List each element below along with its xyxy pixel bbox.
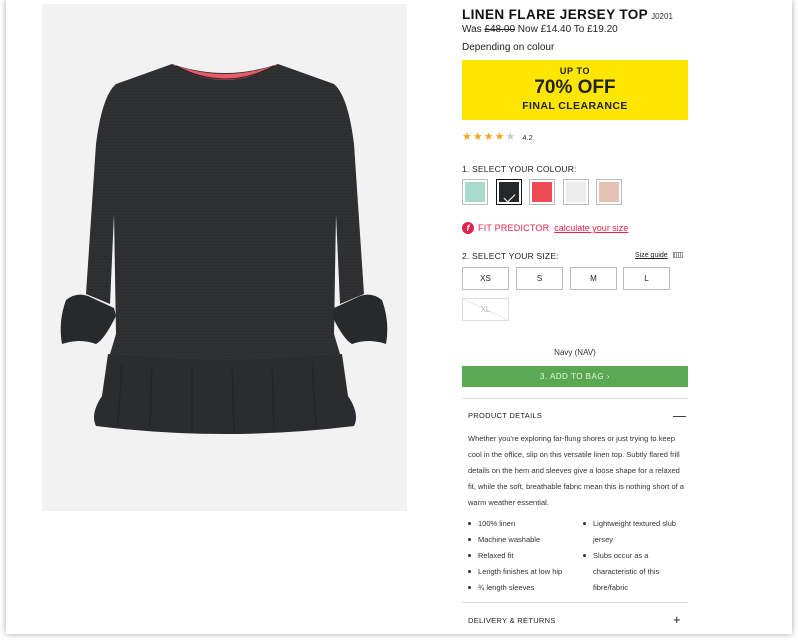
details-bullets-left: 100% linen Machine washable Relaxed fit … xyxy=(468,516,586,596)
size-button-s[interactable]: S xyxy=(516,267,563,290)
calculate-size-link[interactable]: calculate your size xyxy=(554,223,628,233)
details-bullets-right: Lightweight textured slub jersey Slubs o… xyxy=(583,516,687,596)
product-description: Whether you're exploring far-flung shore… xyxy=(468,434,684,507)
swatch-blush[interactable] xyxy=(596,179,622,205)
star-icon: ★ xyxy=(472,131,483,143)
product-title-row: LINEN FLARE JERSEY TOP J0201 xyxy=(462,6,673,24)
was-label: Was xyxy=(462,24,482,35)
delivery-returns-heading[interactable]: DELIVERY & RETURNS xyxy=(468,616,556,625)
size-button-xl: XL xyxy=(462,298,509,321)
star-icon: ★ xyxy=(483,131,494,143)
fit-predictor-label: FIT PREDICTOR xyxy=(478,223,550,233)
collapse-icon[interactable]: — xyxy=(673,409,686,422)
divider xyxy=(462,602,688,603)
product-code: J0201 xyxy=(651,12,673,21)
size-guide-link[interactable]: Size guide xyxy=(635,252,668,259)
rating[interactable]: ★ ★ ★ ★ ★ 4.2 xyxy=(462,132,533,143)
selected-colour-name: Navy (NAV) xyxy=(554,348,596,357)
swatch-coral[interactable] xyxy=(529,179,555,205)
list-item: Machine washable xyxy=(468,532,586,548)
add-to-bag-button[interactable]: 3. ADD TO BAG › xyxy=(462,366,688,387)
fit-predictor-icon: f xyxy=(462,222,474,234)
product-title: LINEN FLARE JERSEY TOP xyxy=(462,7,649,22)
colour-label: 1. SELECT YOUR COLOUR: xyxy=(462,164,577,174)
swatch-fill xyxy=(565,182,586,202)
size-button-xs[interactable]: XS xyxy=(462,267,509,290)
list-item: Slubs occur as a characteristic of this … xyxy=(583,548,687,596)
rating-value: 4.2 xyxy=(522,133,533,142)
swatch-white[interactable] xyxy=(562,179,589,205)
product-image[interactable] xyxy=(42,4,407,511)
ruler-icon xyxy=(673,252,683,258)
was-price: £48.00 xyxy=(484,24,516,35)
swatch-fill xyxy=(599,182,619,202)
expand-icon[interactable]: + xyxy=(673,613,681,626)
price-row: Was £48.00 Now £14.40 To £19.20 xyxy=(462,24,618,35)
clearance-banner: UP TO 70% OFF FINAL CLEARANCE xyxy=(462,60,688,120)
list-item: Length finishes at low hip xyxy=(468,564,586,580)
colour-swatches xyxy=(462,179,630,205)
star-icon: ★ xyxy=(462,131,472,143)
list-item: ¾ length sleeves xyxy=(468,580,586,596)
product-details-heading[interactable]: PRODUCT DETAILS xyxy=(468,411,542,420)
now-price: Now £14.40 To £19.20 xyxy=(517,24,618,35)
list-item: 100% linen xyxy=(468,516,586,532)
swatch-navy[interactable] xyxy=(495,179,522,205)
divider xyxy=(462,398,688,399)
price-note: Depending on colour xyxy=(462,42,555,53)
swatch-fill xyxy=(532,182,552,202)
list-item: Relaxed fit xyxy=(468,548,586,564)
star-empty-icon: ★ xyxy=(505,131,516,143)
swatch-mint[interactable] xyxy=(462,179,488,205)
promo-line1: UP TO xyxy=(559,66,591,76)
size-button-l[interactable]: L xyxy=(623,267,670,290)
swatch-fill xyxy=(465,182,485,202)
star-icon: ★ xyxy=(494,131,505,143)
swatch-fill xyxy=(498,182,519,202)
size-label: 2. SELECT YOUR SIZE: xyxy=(462,251,559,261)
top-garment-image xyxy=(60,64,388,434)
fit-predictor: f FIT PREDICTOR calculate your size xyxy=(462,222,628,234)
promo-line3: FINAL CLEARANCE xyxy=(522,100,628,112)
promo-line2: 70% OFF xyxy=(534,77,616,98)
size-button-m[interactable]: M xyxy=(570,267,617,290)
list-item: Lightweight textured slub jersey xyxy=(583,516,687,548)
